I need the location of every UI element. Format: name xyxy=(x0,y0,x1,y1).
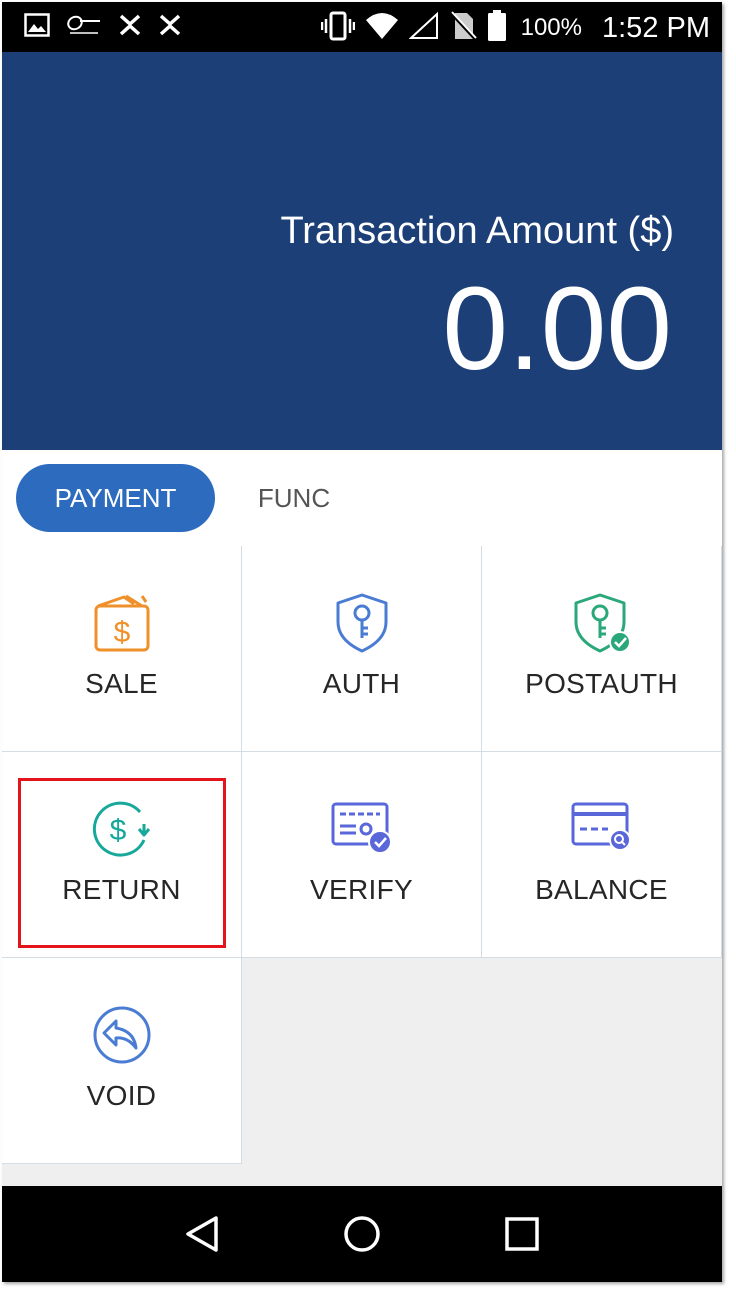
sale-tile[interactable]: $ SALE xyxy=(2,546,242,752)
return-label: RETURN xyxy=(62,874,181,905)
svg-text:$: $ xyxy=(113,616,130,649)
tab-func[interactable]: FUNC xyxy=(232,464,356,532)
recents-icon[interactable] xyxy=(502,1214,542,1254)
amount-label: Transaction Amount ($) xyxy=(280,210,674,252)
verify-label: VERIFY xyxy=(310,874,413,905)
status-right-icons: 100% 1:52 PM xyxy=(320,8,710,48)
signal-icon xyxy=(408,11,439,45)
svg-text:$: $ xyxy=(109,814,126,847)
pax-logo-icon xyxy=(66,13,102,42)
auth-tile[interactable]: AUTH xyxy=(242,546,482,752)
sale-label: SALE xyxy=(85,668,158,699)
gallery-icon xyxy=(24,12,50,42)
postauth-label: POSTAUTH xyxy=(525,668,678,699)
app-x-icon xyxy=(118,14,142,41)
tab-bar: PAYMENT FUNC xyxy=(2,450,722,546)
wallet-dollar-icon: $ xyxy=(2,592,241,654)
vibrate-icon xyxy=(320,11,355,46)
back-icon[interactable] xyxy=(182,1214,222,1254)
void-arrow-icon xyxy=(2,1004,241,1066)
home-icon[interactable] xyxy=(342,1214,382,1254)
auth-label: AUTH xyxy=(322,668,401,699)
app-x-icon xyxy=(158,14,182,41)
shield-key-icon xyxy=(242,592,481,654)
navigation-bar xyxy=(2,1186,722,1282)
card-search-icon xyxy=(482,798,721,860)
void-tile[interactable]: VOID xyxy=(2,958,242,1164)
battery-icon xyxy=(487,9,507,47)
shield-key-check-icon xyxy=(482,592,721,654)
return-tile[interactable]: $ RETURN xyxy=(2,752,242,958)
verify-tile[interactable]: VERIFY xyxy=(242,752,482,958)
tab-payment[interactable]: PAYMENT xyxy=(16,464,215,532)
status-time: 1:52 PM xyxy=(602,11,710,44)
no-sim-icon xyxy=(449,10,477,46)
status-left-icons xyxy=(24,12,182,42)
transaction-header: Transaction Amount ($) 0.00 xyxy=(2,52,722,450)
amount-value[interactable]: 0.00 xyxy=(442,270,672,388)
card-check-icon xyxy=(242,798,481,860)
device-screen: 100% 1:52 PM Transaction Amount ($) 0.00… xyxy=(2,2,722,1282)
battery-percent: 100% xyxy=(520,14,582,41)
void-label: VOID xyxy=(86,1080,157,1111)
status-bar: 100% 1:52 PM xyxy=(2,2,722,52)
balance-tile[interactable]: BALANCE xyxy=(482,752,722,958)
balance-label: BALANCE xyxy=(535,874,668,905)
dollar-return-icon: $ xyxy=(2,798,241,860)
postauth-tile[interactable]: POSTAUTH xyxy=(482,546,722,752)
wifi-icon xyxy=(365,12,399,45)
